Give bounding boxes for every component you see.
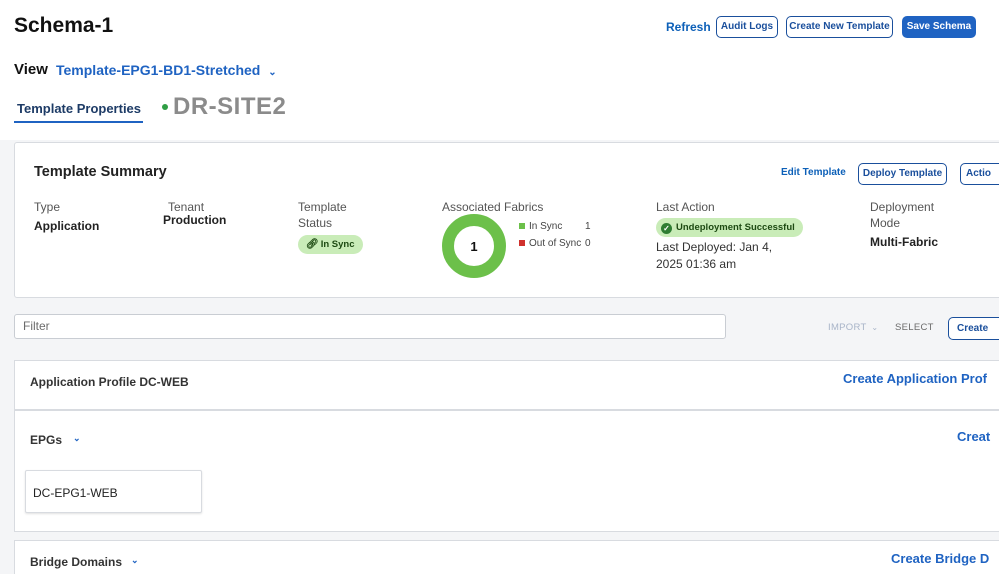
epgs-toggle[interactable]: ⌄ bbox=[73, 433, 81, 444]
select-button[interactable]: SELECT bbox=[895, 322, 934, 333]
chevron-down-icon: ⌄ bbox=[871, 323, 879, 332]
fabrics-total: 1 bbox=[470, 239, 477, 254]
tab-site[interactable]: DR-SITE2 bbox=[173, 93, 286, 121]
in-sync-legend-swatch bbox=[519, 223, 525, 229]
template-summary-title: Template Summary bbox=[34, 164, 167, 180]
save-schema-button[interactable]: Save Schema bbox=[902, 16, 976, 38]
bridge-domains-section bbox=[14, 540, 999, 574]
deploy-template-button[interactable]: Deploy Template bbox=[858, 163, 947, 185]
active-tab-indicator bbox=[14, 121, 143, 123]
site-status-dot bbox=[162, 104, 168, 110]
import-label: IMPORT bbox=[828, 322, 867, 333]
import-button[interactable]: IMPORT ⌄ bbox=[828, 322, 878, 333]
out-of-sync-count: 0 bbox=[585, 238, 591, 249]
type-label: Type bbox=[34, 200, 61, 214]
template-status-badge: 🔗︎ In Sync bbox=[298, 235, 363, 254]
application-profile-title: Application Profile DC-WEB bbox=[30, 375, 189, 389]
bridge-domains-title: Bridge Domains bbox=[30, 555, 123, 569]
epgs-title: EPGs bbox=[30, 433, 63, 447]
filter-input[interactable]: Filter bbox=[14, 314, 726, 339]
last-deployed-text: Last Deployed: Jan 4, 2025 01:36 am bbox=[656, 240, 773, 271]
view-label: View bbox=[14, 61, 48, 78]
fabrics-donut-chart: 1 bbox=[442, 214, 506, 278]
check-circle-icon: ✓ bbox=[661, 223, 672, 234]
tab-template-properties[interactable]: Template Properties bbox=[17, 101, 141, 116]
status-text: In Sync bbox=[320, 239, 355, 250]
page-title: Schema-1 bbox=[14, 14, 114, 37]
bridge-domains-toggle[interactable]: ⌄ bbox=[131, 555, 139, 566]
create-epg-link[interactable]: Creat bbox=[957, 429, 990, 444]
create-button[interactable]: Create bbox=[948, 317, 999, 340]
create-application-profile-link[interactable]: Create Application Prof bbox=[843, 371, 987, 386]
template-selector[interactable]: Template-EPG1-BD1-Stretched ⌄ bbox=[56, 62, 277, 78]
actions-button[interactable]: Actio bbox=[960, 163, 999, 185]
chevron-down-icon: ⌄ bbox=[73, 433, 81, 443]
template-status-label: Template Status bbox=[298, 200, 347, 230]
create-bridge-domain-link[interactable]: Create Bridge D bbox=[891, 551, 989, 566]
epg-card[interactable]: DC-EPG1-WEB bbox=[25, 470, 202, 513]
chevron-down-icon: ⌄ bbox=[131, 555, 139, 565]
template-selector-value: Template-EPG1-BD1-Stretched bbox=[56, 62, 261, 78]
refresh-button[interactable]: Refresh bbox=[666, 20, 711, 34]
chevron-down-icon: ⌄ bbox=[268, 67, 277, 78]
create-new-template-button[interactable]: Create New Template bbox=[786, 16, 893, 38]
in-sync-legend-label: In Sync bbox=[529, 221, 563, 232]
audit-logs-button[interactable]: Audit Logs bbox=[716, 16, 778, 38]
epg-name: DC-EPG1-WEB bbox=[33, 486, 118, 500]
edit-template-button[interactable]: Edit Template bbox=[781, 167, 846, 178]
out-of-sync-legend-label: Out of Sync bbox=[529, 238, 582, 249]
last-action-label: Last Action bbox=[656, 200, 715, 214]
tenant-value: Production bbox=[163, 213, 227, 227]
deployment-mode-label: Deployment Mode bbox=[870, 200, 935, 230]
out-of-sync-legend-swatch bbox=[519, 240, 525, 246]
in-sync-count: 1 bbox=[585, 221, 591, 232]
last-action-value: Undeployment Successful bbox=[676, 222, 795, 233]
deployment-mode-value: Multi-Fabric bbox=[870, 235, 938, 249]
link-icon: 🔗︎ bbox=[306, 239, 319, 250]
last-action-badge: ✓ Undeployment Successful bbox=[656, 218, 803, 237]
type-value: Application bbox=[34, 219, 100, 233]
